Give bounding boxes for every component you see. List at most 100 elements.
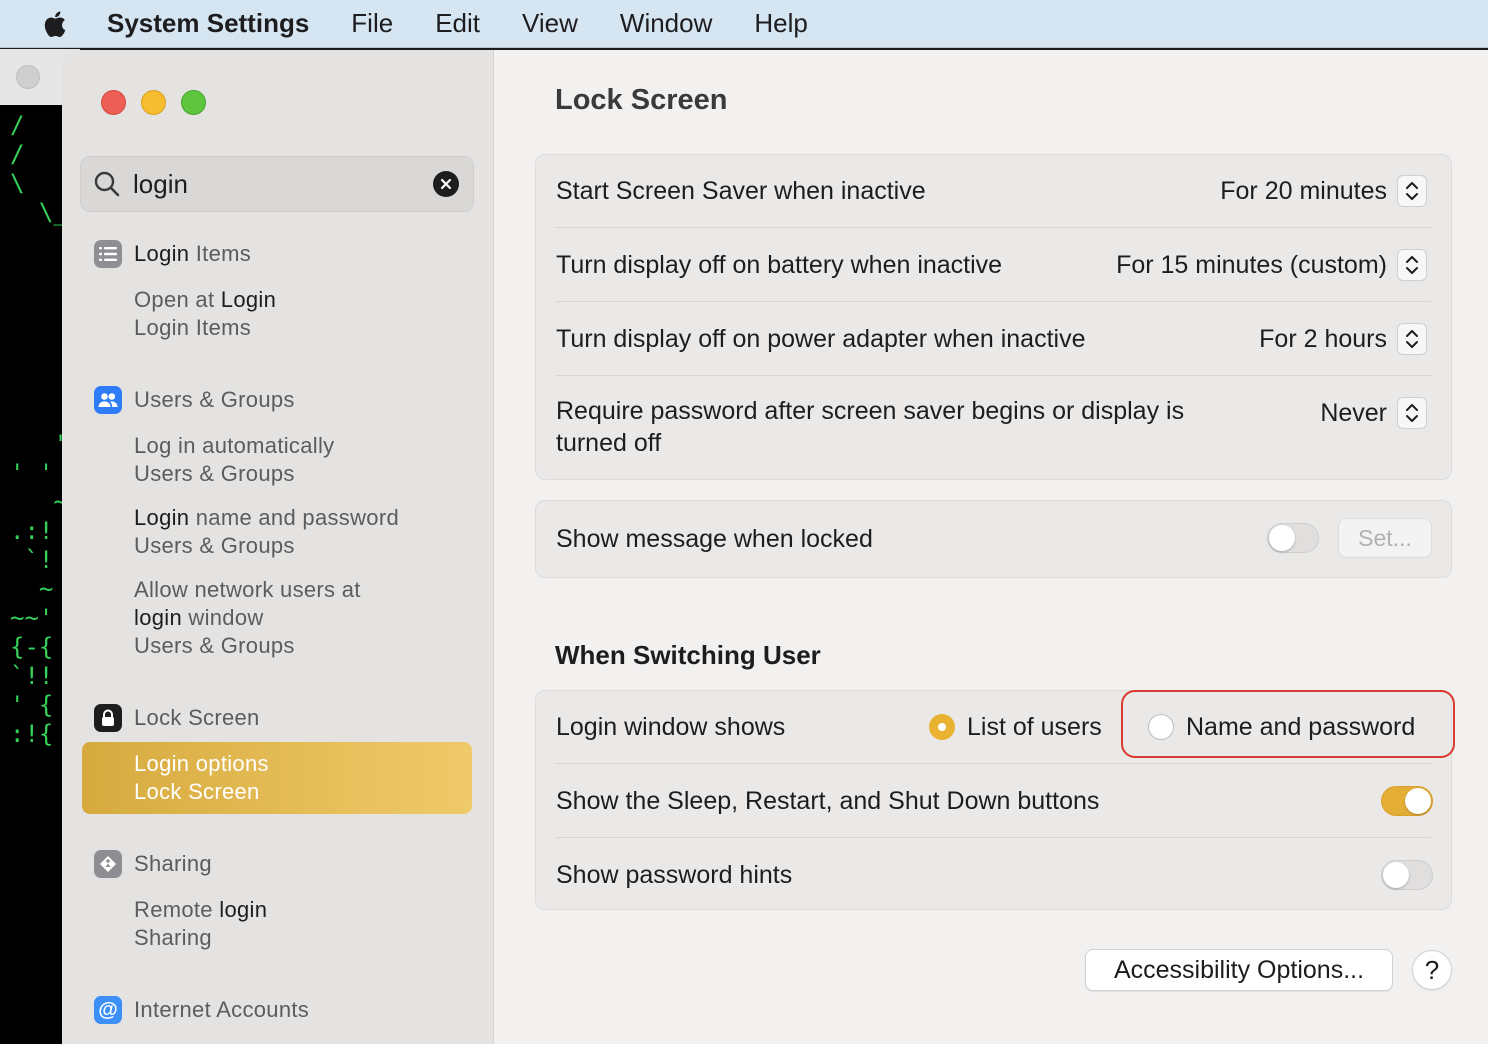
setting-label: Start Screen Saver when inactive — [556, 176, 926, 205]
search-result-log-in-automatically[interactable]: Log in automatically Users & Groups — [134, 432, 334, 488]
result-highlight: Login — [134, 505, 190, 530]
setting-label: Show password hints — [556, 860, 793, 889]
setting-label: Require password after screen saver begi… — [556, 397, 1185, 457]
lock-icon — [94, 704, 122, 732]
setting-label: Show message when locked — [556, 524, 873, 553]
page-title: Lock Screen — [555, 84, 728, 116]
apple-logo-icon[interactable] — [39, 9, 69, 39]
sleep-buttons-toggle[interactable] — [1381, 786, 1433, 816]
result-text: name and password — [189, 505, 399, 530]
setting-row-require-password: Require password after screen saver begi… — [556, 395, 1256, 459]
content-pane: Lock Screen Start Screen Saver when inac… — [495, 50, 1488, 1044]
sidebar-section-sharing[interactable]: Sharing — [94, 850, 212, 878]
menu-help[interactable]: Help — [754, 8, 807, 39]
menu-edit[interactable]: Edit — [435, 8, 480, 39]
search-result-login-name-and-password[interactable]: Login name and password Users & Groups — [134, 504, 399, 560]
popup-value: Never — [1320, 398, 1387, 427]
terminal-close-button[interactable] — [16, 65, 40, 89]
result-text: window — [181, 605, 264, 630]
password-hints-toggle[interactable] — [1381, 860, 1433, 890]
search-result-login-options[interactable]: Login options Lock Screen — [134, 750, 269, 806]
list-icon — [94, 240, 122, 268]
search-result-remote-login[interactable]: Remote login Sharing — [134, 896, 267, 952]
result-text: options — [189, 751, 269, 776]
radio-list-of-users[interactable]: List of users — [929, 707, 1102, 747]
result-text: Log in automatically — [134, 433, 335, 458]
setting-row-sleep-buttons: Show the Sleep, Restart, and Shut Down b… — [556, 781, 1431, 821]
radio-selected-icon — [929, 714, 955, 740]
result-highlight: login — [134, 605, 182, 630]
power-adapter-display-popup[interactable]: For 2 hours — [1259, 323, 1427, 355]
popup-value: For 15 minutes (custom) — [1116, 250, 1387, 279]
divider — [556, 301, 1431, 302]
divider — [556, 763, 1431, 764]
menu-view[interactable]: View — [522, 8, 578, 39]
popup-value: For 2 hours — [1259, 324, 1387, 353]
close-button[interactable] — [101, 90, 126, 115]
accessibility-options-button[interactable]: Accessibility Options... — [1085, 949, 1393, 991]
section-title: Internet Accounts — [134, 997, 310, 1022]
menu-file[interactable]: File — [351, 8, 393, 39]
terminal-output: / / \ \_ ' ' ' ~ .:! `! ~ ~~' {-{ `!! ' … — [10, 111, 68, 748]
setting-label: Show the Sleep, Restart, and Shut Down b… — [556, 786, 1100, 815]
search-input[interactable] — [133, 168, 413, 200]
section-title: Users & Groups — [134, 387, 295, 412]
setting-label: Login window shows — [556, 712, 786, 741]
sidebar: Login Items Open at Login Login Items Us… — [62, 50, 494, 1044]
result-subtitle: Users & Groups — [134, 633, 295, 658]
divider — [556, 837, 1431, 838]
radio-label: List of users — [967, 712, 1102, 741]
divider — [556, 375, 1431, 376]
sharing-icon — [94, 850, 122, 878]
toggle-knob — [1269, 525, 1295, 551]
result-subtitle: Lock Screen — [134, 779, 260, 804]
sidebar-section-lock-screen[interactable]: Lock Screen — [94, 704, 260, 732]
up-down-chevron-icon — [1397, 397, 1427, 429]
sidebar-section-users-groups[interactable]: Users & Groups — [94, 386, 295, 414]
result-subtitle: Login Items — [134, 315, 252, 340]
annotation-highlight-box — [1121, 690, 1455, 758]
section-title-highlight: Login — [134, 241, 190, 266]
show-message-toggle[interactable] — [1267, 523, 1319, 553]
clear-search-icon[interactable] — [433, 171, 459, 197]
minimize-button[interactable] — [141, 90, 166, 115]
battery-display-popup[interactable]: For 15 minutes (custom) — [1116, 249, 1427, 281]
up-down-chevron-icon — [1397, 249, 1427, 281]
search-result-allow-network-users[interactable]: Allow network users at login window User… — [134, 576, 361, 660]
search-result-open-at-login[interactable]: Open at Login Login Items — [134, 286, 276, 342]
result-highlight: login — [219, 897, 268, 922]
screen-saver-group: Start Screen Saver when inactive For 20 … — [535, 154, 1452, 480]
set-message-button[interactable]: Set... — [1338, 518, 1432, 558]
sidebar-section-internet-accounts[interactable]: @ Internet Accounts — [94, 996, 309, 1024]
toggle-knob — [1405, 788, 1431, 814]
section-title: Sharing — [134, 851, 212, 876]
result-text: Allow network users at — [134, 577, 361, 602]
result-text: Open at — [134, 287, 221, 312]
sidebar-section-login-items[interactable]: Login Items — [94, 240, 251, 268]
search-icon — [94, 171, 120, 197]
result-subtitle: Users & Groups — [134, 533, 295, 558]
section-heading: When Switching User — [555, 640, 821, 670]
setting-label: Turn display off on battery when inactiv… — [556, 250, 1003, 279]
up-down-chevron-icon — [1397, 323, 1427, 355]
toggle-knob — [1383, 862, 1409, 888]
search-field[interactable] — [80, 156, 474, 212]
popup-value: For 20 minutes — [1220, 176, 1387, 205]
result-subtitle: Users & Groups — [134, 461, 295, 486]
menu-window[interactable]: Window — [620, 8, 712, 39]
menu-app-name[interactable]: System Settings — [107, 8, 309, 39]
section-title: Items — [189, 241, 252, 266]
settings-window: Login Items Open at Login Login Items Us… — [62, 50, 1488, 1044]
menu-bar: System Settings File Edit View Window He… — [0, 0, 1488, 48]
result-subtitle: Sharing — [134, 925, 212, 950]
result-text: Remote — [134, 897, 220, 922]
section-title: Lock Screen — [134, 705, 260, 730]
at-icon: @ — [94, 996, 122, 1024]
require-password-popup[interactable]: Never — [1320, 397, 1427, 429]
result-highlight: Login — [134, 751, 190, 776]
zoom-button[interactable] — [181, 90, 206, 115]
screen-saver-popup[interactable]: For 20 minutes — [1220, 175, 1427, 207]
up-down-chevron-icon — [1397, 175, 1427, 207]
users-icon — [94, 386, 122, 414]
help-button[interactable]: ? — [1412, 950, 1452, 990]
